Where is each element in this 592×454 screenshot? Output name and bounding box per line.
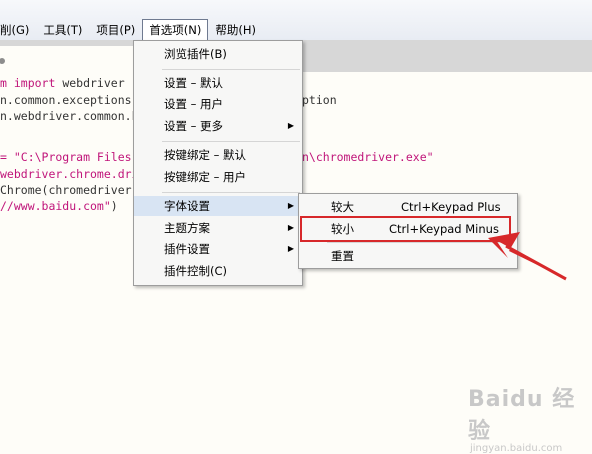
code-line: = "C:\Program Files [0, 150, 132, 164]
menu-item-color-scheme[interactable]: 主题方案 ▶ [134, 218, 302, 238]
menubar-row: 削(G) 工具(T) 项目(P) 首选项(N) 帮助(H) [0, 19, 263, 41]
menu-item-settings-more[interactable]: 设置 – 更多 ▶ [134, 116, 302, 136]
unsaved-dot-icon [0, 58, 5, 64]
menu-item-keybindings-default[interactable]: 按键绑定 – 默认 [134, 145, 302, 165]
code-line-tail: n\chromedriver.exe" [302, 150, 434, 164]
menu-item-font-larger[interactable]: 较大 Ctrl+Keypad Plus [299, 197, 517, 217]
menu-separator [327, 242, 511, 243]
menu-item-font[interactable]: 字体设置 ▶ [134, 196, 302, 216]
menu-item-settings-user[interactable]: 设置 – 用户 [134, 94, 302, 114]
menu-item-browse-packages[interactable]: 浏览插件(B) [134, 44, 302, 64]
code-line: m import webdriver [0, 76, 125, 90]
annotation-highlight-box [300, 216, 511, 242]
menu-item-package-settings[interactable]: 插件设置 ▶ [134, 239, 302, 259]
menu-help[interactable]: 帮助(H) [208, 19, 263, 41]
menu-item-font-reset[interactable]: 重置 [299, 246, 517, 266]
code-line-tail: ption [302, 93, 337, 107]
baidu-watermark: Baidu 经验 jingyan.baidu.com [468, 387, 576, 454]
menubar: 削(G) 工具(T) 项目(P) 首选项(N) 帮助(H) [0, 0, 592, 41]
menu-separator [162, 141, 300, 142]
code-line: //www.baidu.com") [0, 199, 118, 213]
code-line: n.webdriver.common.k [0, 109, 139, 123]
preferences-menu: 浏览插件(B) 设置 – 默认 设置 – 用户 设置 – 更多 ▶ 按键绑定 – … [133, 40, 303, 286]
menu-item-package-control[interactable]: 插件控制(C) [134, 261, 302, 281]
menu-tools[interactable]: 工具(T) [36, 19, 89, 41]
menu-preferences[interactable]: 首选项(N) [142, 19, 209, 41]
submenu-arrow-icon: ▶ [287, 201, 294, 210]
menu-item-settings-default[interactable]: 设置 – 默认 [134, 73, 302, 93]
menu-project[interactable]: 项目(P) [89, 19, 142, 41]
submenu-arrow-icon: ▶ [287, 244, 294, 253]
menu-separator [162, 192, 300, 193]
menu-separator [162, 69, 300, 70]
menu-selection[interactable]: 削(G) [0, 19, 36, 41]
submenu-arrow-icon: ▶ [287, 121, 294, 130]
menu-item-keybindings-user[interactable]: 按键绑定 – 用户 [134, 167, 302, 187]
submenu-arrow-icon: ▶ [287, 223, 294, 232]
